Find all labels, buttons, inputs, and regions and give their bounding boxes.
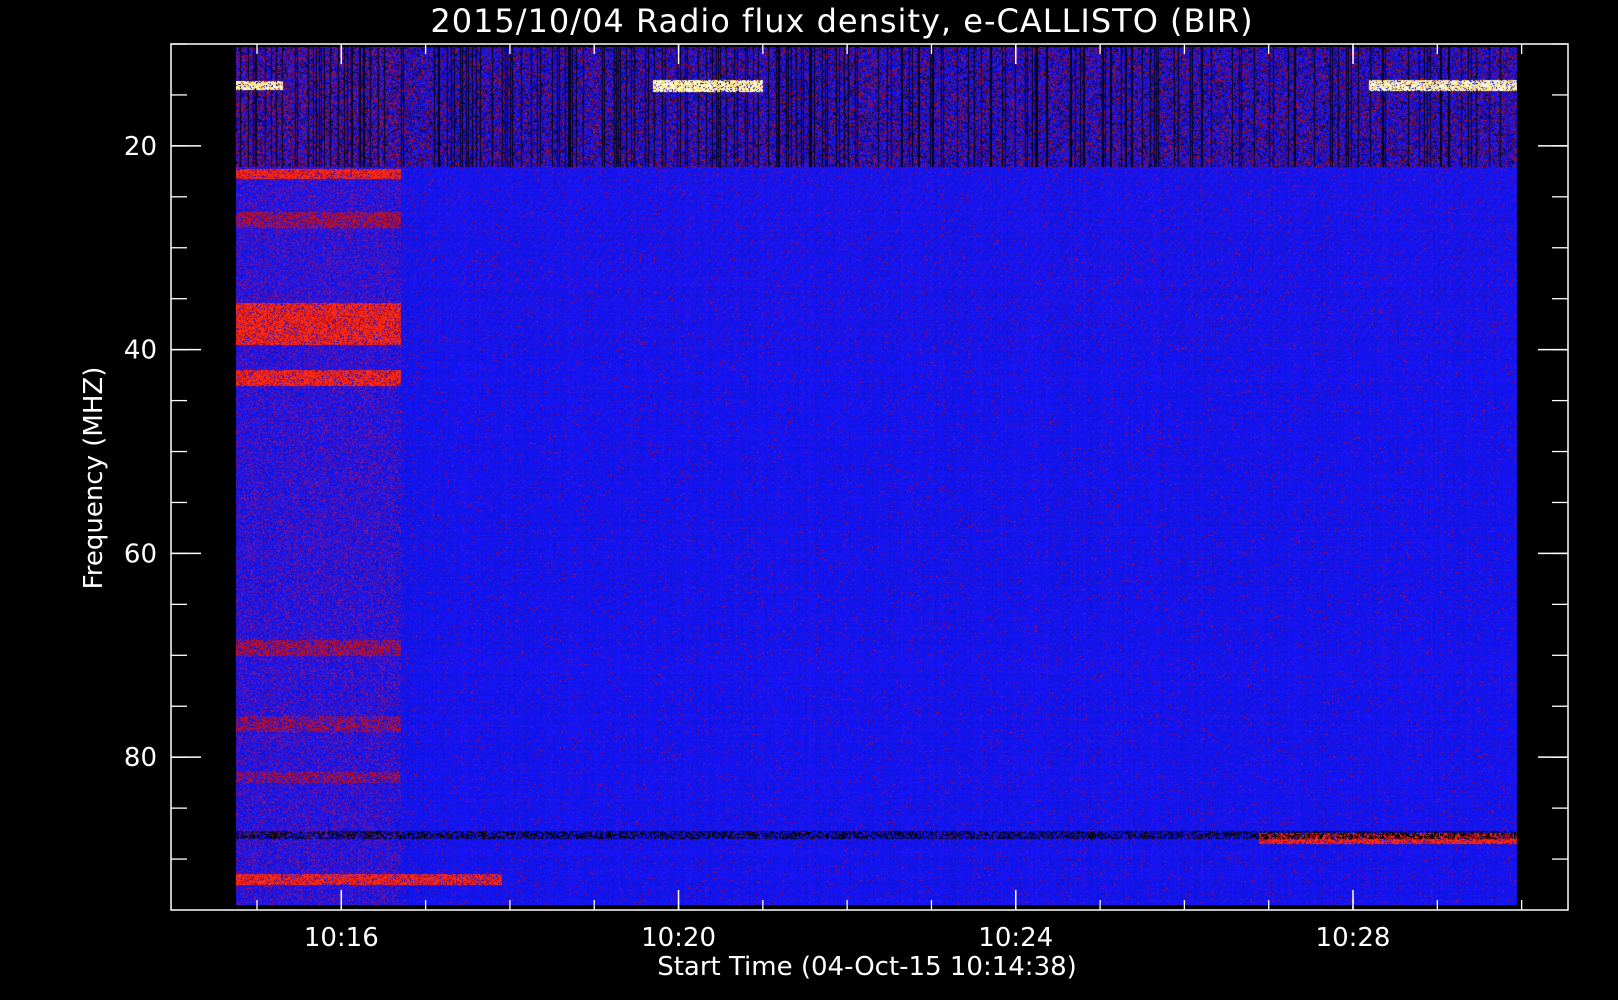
x-tick-label: 10:24: [978, 923, 1053, 953]
x-axis-label: Start Time (04-Oct-15 10:14:38): [657, 952, 1077, 982]
x-tick-label: 10:16: [304, 923, 379, 953]
y-tick-label: 60: [124, 539, 157, 569]
spectrogram-heatmap: [235, 47, 1517, 906]
x-tick-label: 10:20: [641, 923, 716, 953]
chart-title: 2015/10/04 Radio flux density, e-CALLIST…: [430, 2, 1253, 40]
y-tick-label: 40: [124, 336, 157, 366]
y-tick-label: 80: [124, 743, 157, 773]
x-tick-label: 10:28: [1316, 923, 1391, 953]
y-axis-label: Frequency (MHZ): [79, 367, 109, 590]
y-tick-label: 20: [124, 132, 157, 162]
spectrogram-figure: 2015/10/04 Radio flux density, e-CALLIST…: [79, 2, 1569, 982]
